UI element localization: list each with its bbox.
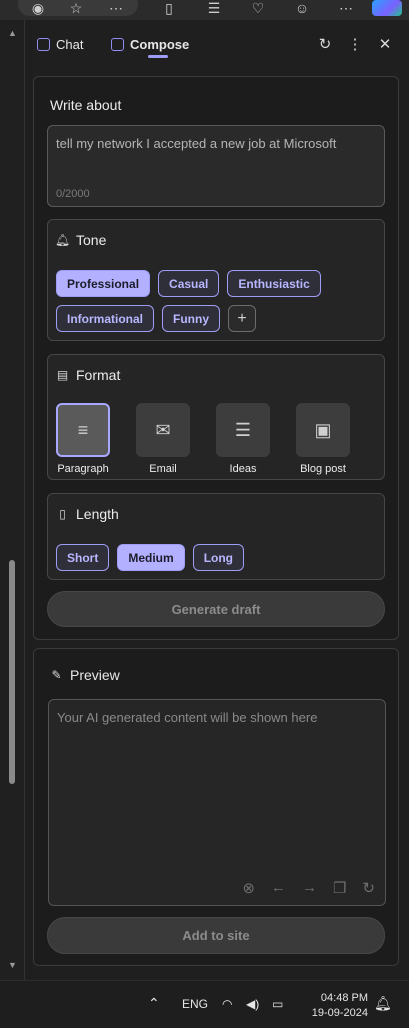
- compose-form: Write about tell my network I accepted a…: [33, 76, 399, 640]
- tone-chip-enthusiastic[interactable]: Enthusiastic: [227, 270, 321, 297]
- format-label: Blog post: [300, 463, 346, 475]
- taskbar: ⌃ ENG ◠ ◀) ▭ 04:48 PM 19-09-2024 🔔︎: [0, 980, 409, 1028]
- tab-chat-label: Chat: [56, 36, 84, 52]
- format-section: ▤ Format ≡ Paragraph ✉ Email ☰ Ideas ▣ B…: [47, 354, 385, 480]
- more-dots-icon[interactable]: ⋯: [102, 0, 130, 16]
- magic-wand-icon: ✎: [51, 668, 62, 682]
- preview-section: ✎ Preview Your AI generated content will…: [33, 648, 399, 966]
- plus-icon[interactable]: +: [228, 305, 257, 332]
- clock-date: 19-09-2024: [311, 1007, 368, 1019]
- length-title-label: Length: [76, 506, 119, 522]
- tone-title-label: Tone: [76, 232, 107, 248]
- tab-compose[interactable]: Compose: [111, 20, 189, 68]
- ruler-icon: ▯: [59, 507, 66, 521]
- preview-title: ✎ Preview: [50, 667, 120, 683]
- char-counter: 0/2000: [56, 188, 90, 200]
- language-indicator[interactable]: ENG: [182, 997, 208, 1011]
- stop-icon[interactable]: ⊗: [242, 879, 255, 897]
- refresh-icon[interactable]: ↻: [315, 34, 335, 54]
- write-about-value: tell my network I accepted a new job at …: [56, 136, 337, 151]
- tracking-icon[interactable]: ◉: [24, 0, 52, 16]
- preview-toolbar: ⊗ ← → ❐ ↻: [242, 879, 375, 897]
- clock[interactable]: 04:48 PM 19-09-2024: [300, 991, 368, 1021]
- format-options: ≡ Paragraph ✉ Email ☰ Ideas ▣ Blog post: [56, 403, 350, 475]
- format-label: Ideas: [229, 463, 257, 475]
- notification-bell-icon[interactable]: 🔔︎: [374, 995, 392, 1012]
- format-title-label: Format: [76, 367, 121, 383]
- bell-icon: 🔔︎: [54, 233, 71, 247]
- next-icon[interactable]: →: [302, 879, 317, 897]
- compose-icon: [111, 37, 124, 51]
- regenerate-icon[interactable]: ↻: [362, 879, 375, 897]
- profile-icon[interactable]: ☺: [288, 0, 316, 16]
- volume-icon[interactable]: ◀): [246, 997, 259, 1011]
- tone-chip-professional[interactable]: Professional: [56, 270, 151, 297]
- chat-icon: [37, 37, 50, 51]
- length-options: Short Medium Long: [56, 544, 245, 571]
- format-icon: ▤: [56, 368, 69, 382]
- tab-chat[interactable]: Chat: [37, 20, 83, 68]
- close-icon[interactable]: ✕: [375, 34, 395, 54]
- format-option-blog-post[interactable]: ▣ Blog post: [296, 403, 350, 475]
- tone-section: 🔔︎ Tone Professional Casual Enthusiastic…: [47, 219, 385, 341]
- scroll-thumb[interactable]: [9, 560, 15, 784]
- scrollbar[interactable]: ▲ ▼: [6, 26, 18, 974]
- length-chip-short[interactable]: Short: [56, 544, 110, 571]
- copy-icon[interactable]: ❐: [333, 879, 346, 897]
- generate-draft-button[interactable]: Generate draft: [47, 591, 385, 627]
- format-option-email[interactable]: ✉ Email: [136, 403, 190, 475]
- write-about-input[interactable]: tell my network I accepted a new job at …: [47, 125, 385, 207]
- format-label: Email: [149, 463, 177, 475]
- browser-toolbar: ◉ ☆ ⋯ ▯ ☰ ♡ ☺ ⋯: [0, 0, 409, 20]
- format-title: ▤ Format: [56, 367, 121, 383]
- tone-chip-casual[interactable]: Casual: [158, 270, 220, 297]
- length-chip-medium[interactable]: Medium: [117, 544, 185, 571]
- list-icon: ☰: [216, 403, 270, 457]
- clock-time: 04:48 PM: [320, 992, 368, 1004]
- split-screen-icon[interactable]: ▯: [155, 0, 183, 16]
- preview-placeholder: Your AI generated content will be shown …: [57, 710, 318, 725]
- preview-content: Your AI generated content will be shown …: [48, 699, 386, 906]
- length-title: ▯ Length: [56, 506, 119, 522]
- panel-tabs: Chat Compose ↻ ⋮ ✕: [25, 20, 409, 68]
- format-option-ideas[interactable]: ☰ Ideas: [216, 403, 270, 475]
- settings-more-icon[interactable]: ⋯: [332, 0, 360, 16]
- tone-title: 🔔︎ Tone: [54, 232, 107, 248]
- copilot-panel: Chat Compose ↻ ⋮ ✕ Write about tell my n…: [24, 20, 409, 980]
- length-section: ▯ Length Short Medium Long: [47, 493, 385, 580]
- paragraph-icon: ≡: [56, 403, 110, 457]
- write-about-label: Write about: [50, 97, 122, 113]
- format-option-paragraph[interactable]: ≡ Paragraph: [56, 403, 110, 475]
- tab-compose-label: Compose: [130, 36, 190, 52]
- chevron-up-icon[interactable]: ⌃: [148, 995, 160, 1012]
- copilot-logo[interactable]: [372, 0, 402, 16]
- length-chip-long[interactable]: Long: [192, 544, 245, 571]
- favorites-list-icon[interactable]: ☰: [200, 0, 228, 16]
- wifi-icon[interactable]: ◠: [222, 997, 232, 1011]
- scroll-up-icon[interactable]: ▲: [8, 28, 17, 38]
- previous-icon[interactable]: ←: [271, 879, 286, 897]
- tone-options: Professional Casual Enthusiastic Informa…: [56, 270, 378, 332]
- browser-essentials-icon[interactable]: ♡: [244, 0, 272, 16]
- scroll-down-icon[interactable]: ▼: [8, 960, 17, 970]
- format-label: Paragraph: [57, 463, 109, 475]
- preview-title-label: Preview: [70, 667, 120, 683]
- mail-icon: ✉: [136, 403, 190, 457]
- add-to-site-button[interactable]: Add to site: [47, 917, 385, 954]
- more-options-icon[interactable]: ⋮: [345, 34, 365, 54]
- favorite-star-icon[interactable]: ☆: [62, 0, 90, 16]
- tone-chip-informational[interactable]: Informational: [56, 305, 155, 332]
- battery-icon[interactable]: ▭: [272, 997, 283, 1011]
- blog-icon: ▣: [296, 403, 350, 457]
- tone-chip-funny[interactable]: Funny: [162, 305, 221, 332]
